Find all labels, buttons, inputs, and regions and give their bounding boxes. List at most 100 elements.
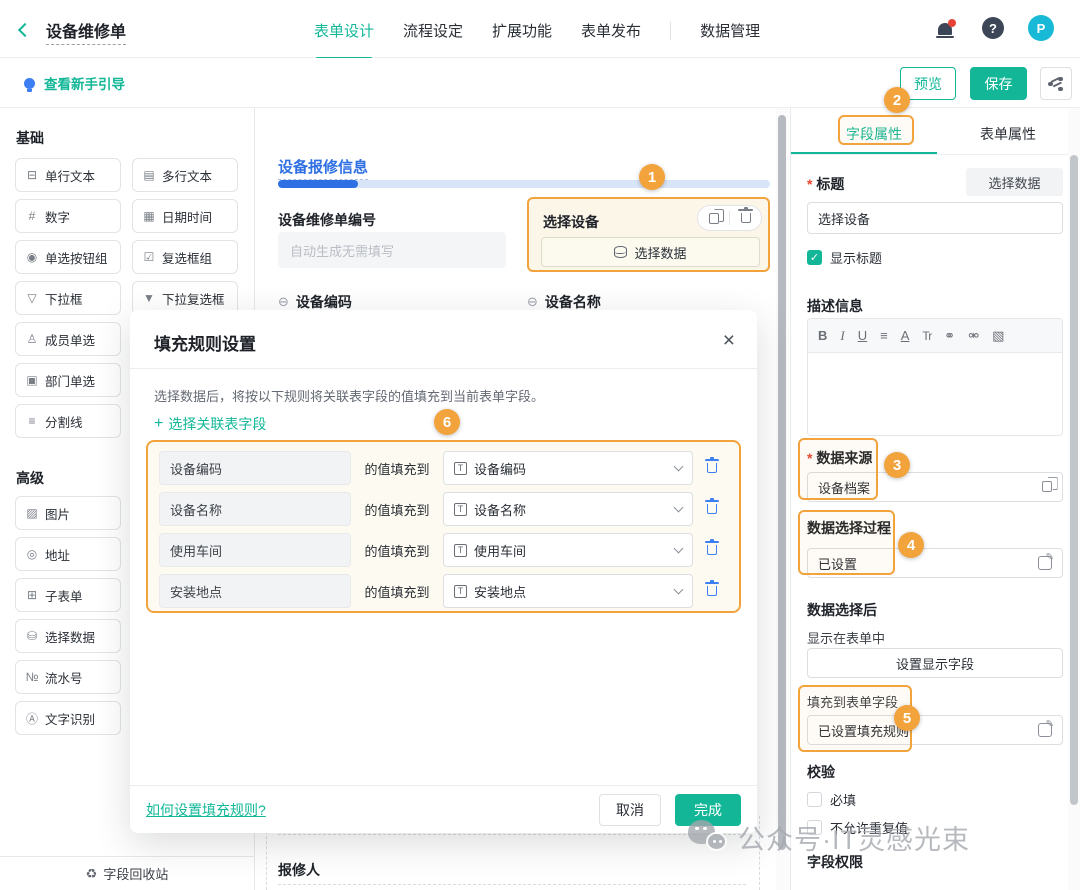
no-duplicate-checkbox-row[interactable]: 不允许重复值 bbox=[807, 818, 908, 837]
reporter-field-label[interactable]: 报修人 bbox=[278, 860, 320, 880]
target-field-select[interactable]: T 设备名称 bbox=[443, 492, 693, 526]
target-field-select[interactable]: T 使用车间 bbox=[443, 533, 693, 567]
field-type-datetime[interactable]: ▦日期时间 bbox=[132, 199, 238, 233]
field-type-member-select[interactable]: ♙成员单选 bbox=[15, 322, 121, 356]
field-type-single-line-text[interactable]: ⊟单行文本 bbox=[15, 158, 121, 192]
form-designer-app: 设备维修单 表单设计 流程设定 扩展功能 表单发布 数据管理 ? P 查看新手引… bbox=[0, 0, 1080, 890]
linked-field-device-code[interactable]: ⊖ 设备编码 bbox=[278, 292, 352, 312]
modal-footer: 如何设置填充规则? 取消 完成 bbox=[130, 785, 757, 833]
align-icon[interactable]: ≡ bbox=[880, 328, 888, 343]
add-related-field-link[interactable]: + 选择关联表字段 bbox=[154, 414, 266, 434]
field-type-dropdown[interactable]: ▽下拉框 bbox=[15, 281, 121, 315]
link-icon[interactable]: ⚭ bbox=[944, 328, 955, 344]
fill-rule-row: 设备名称 的值填充到 T 设备名称 bbox=[159, 492, 728, 526]
field-type-select-data[interactable]: ⛁选择数据 bbox=[15, 619, 121, 653]
field-type-image[interactable]: ▨图片 bbox=[15, 496, 121, 530]
select-device-widget[interactable]: 选择设备 选择数据 bbox=[527, 197, 770, 272]
field-type-serial-number[interactable]: №流水号 bbox=[15, 660, 121, 694]
delete-rule-button[interactable] bbox=[707, 463, 717, 473]
delete-rule-button[interactable] bbox=[707, 504, 717, 514]
field-type-checkbox-group[interactable]: ☑复选框组 bbox=[132, 240, 238, 274]
connector-text: 的值填充到 bbox=[351, 459, 443, 478]
how-to-set-rules-link[interactable]: 如何设置填充规则? bbox=[146, 800, 266, 820]
help-button[interactable]: ? bbox=[982, 17, 1004, 39]
show-title-checkbox-row[interactable]: ✓ 显示标题 bbox=[807, 248, 882, 267]
font-size-icon[interactable]: Tr bbox=[922, 329, 931, 343]
delete-rule-button[interactable] bbox=[707, 545, 717, 555]
tab-form-publish[interactable]: 表单发布 bbox=[581, 20, 641, 41]
bold-icon[interactable]: B bbox=[818, 328, 827, 343]
field-type-label: 文字识别 bbox=[45, 709, 95, 728]
panel-scrollbar-track[interactable] bbox=[1068, 108, 1080, 890]
linked-field-device-name[interactable]: ⊖ 设备名称 bbox=[527, 292, 601, 312]
field-type-divider[interactable]: ≡分割线 bbox=[15, 404, 121, 438]
tab-process-settings[interactable]: 流程设定 bbox=[403, 20, 463, 41]
close-icon[interactable]: × bbox=[723, 330, 735, 351]
field-type-label: 下拉复选框 bbox=[162, 289, 225, 308]
edit-icon[interactable] bbox=[1038, 723, 1052, 737]
beginner-guide-link[interactable]: 查看新手引导 bbox=[44, 73, 125, 93]
target-field-value: 设备编码 bbox=[474, 459, 526, 478]
back-chevron-icon bbox=[18, 23, 32, 37]
select-data-button-label: 选择数据 bbox=[634, 243, 686, 262]
section-dashed-border-right bbox=[759, 816, 760, 890]
editor-toolbar: B I U ≡ A Tr ⚭ ⚮ ▧ bbox=[808, 319, 1062, 353]
single-line-text-icon: ⊟ bbox=[25, 168, 39, 182]
italic-icon[interactable]: I bbox=[840, 328, 844, 344]
tab-data-management[interactable]: 数据管理 bbox=[700, 20, 760, 41]
edit-icon[interactable] bbox=[1038, 556, 1052, 570]
delete-widget-button[interactable] bbox=[730, 206, 761, 230]
field-type-subform[interactable]: ⊞子表单 bbox=[15, 578, 121, 612]
select-data-button[interactable]: 选择数据 bbox=[541, 237, 760, 267]
canvas-section-title[interactable]: 设备报修信息 bbox=[278, 156, 368, 180]
order-number-placeholder: 自动生成无需填写 bbox=[290, 241, 394, 260]
tab-field-properties[interactable]: 字段属性 bbox=[846, 124, 902, 144]
trash-icon bbox=[707, 504, 717, 514]
field-type-address[interactable]: ◎地址 bbox=[15, 537, 121, 571]
target-field-select[interactable]: T 设备编码 bbox=[443, 451, 693, 485]
insert-image-icon[interactable]: ▧ bbox=[992, 328, 1004, 344]
underline-icon[interactable]: U bbox=[858, 328, 867, 343]
selection-process-input[interactable]: 已设置 bbox=[807, 548, 1063, 578]
order-number-input[interactable]: 自动生成无需填写 bbox=[278, 232, 506, 268]
confirm-button[interactable]: 完成 bbox=[675, 794, 741, 826]
order-number-field-label[interactable]: 设备维修单编号 bbox=[278, 210, 376, 230]
section-heading-advanced: 高级 bbox=[16, 468, 44, 488]
text-field-type-icon: T bbox=[454, 462, 467, 475]
fill-rules-input[interactable]: 已设置填充规则 bbox=[807, 715, 1063, 745]
tab-form-design[interactable]: 表单设计 bbox=[314, 20, 374, 41]
description-editor[interactable]: B I U ≡ A Tr ⚭ ⚮ ▧ bbox=[807, 318, 1063, 436]
unlink-icon[interactable]: ⚮ bbox=[968, 328, 979, 344]
switch-form-icon[interactable] bbox=[1042, 480, 1052, 495]
target-field-select[interactable]: T 安装地点 bbox=[443, 574, 693, 608]
field-type-number[interactable]: #数字 bbox=[15, 199, 121, 233]
field-type-multi-line-text[interactable]: ▤多行文本 bbox=[132, 158, 238, 192]
delete-rule-button[interactable] bbox=[707, 586, 717, 596]
field-type-department-select[interactable]: ▣部门单选 bbox=[15, 363, 121, 397]
field-recycle-bin[interactable]: ♻字段回收站 bbox=[0, 856, 254, 890]
field-type-ocr[interactable]: Ⓐ文字识别 bbox=[15, 701, 121, 735]
avatar[interactable]: P bbox=[1028, 15, 1054, 41]
save-button[interactable]: 保存 bbox=[970, 67, 1027, 100]
notification-button[interactable] bbox=[938, 22, 952, 40]
set-display-fields-button[interactable]: 设置显示字段 bbox=[807, 648, 1063, 678]
data-source-input[interactable]: 设备档案 bbox=[807, 472, 1063, 502]
database-icon bbox=[614, 246, 627, 258]
back-button[interactable] bbox=[20, 22, 30, 40]
canvas-scrollbar-track[interactable] bbox=[776, 108, 789, 890]
title-select-data-button[interactable]: 选择数据 bbox=[966, 168, 1063, 196]
share-button[interactable] bbox=[1040, 67, 1072, 100]
cancel-button[interactable]: 取消 bbox=[599, 794, 661, 826]
editor-body[interactable] bbox=[808, 353, 1062, 436]
font-color-icon[interactable]: A bbox=[901, 328, 910, 343]
panel-scrollbar-thumb[interactable] bbox=[1070, 155, 1078, 805]
title-value-input[interactable]: 选择设备 bbox=[807, 202, 1063, 234]
required-checkbox-row[interactable]: 必填 bbox=[807, 790, 856, 809]
annotation-badge-1: 1 bbox=[639, 164, 665, 190]
field-type-radio-group[interactable]: ◉单选按钮组 bbox=[15, 240, 121, 274]
copy-widget-button[interactable] bbox=[698, 206, 729, 230]
tab-form-properties[interactable]: 表单属性 bbox=[980, 124, 1036, 144]
form-title[interactable]: 设备维修单 bbox=[46, 18, 126, 45]
canvas-scrollbar-thumb[interactable] bbox=[778, 115, 786, 850]
tab-extensions[interactable]: 扩展功能 bbox=[492, 20, 552, 41]
